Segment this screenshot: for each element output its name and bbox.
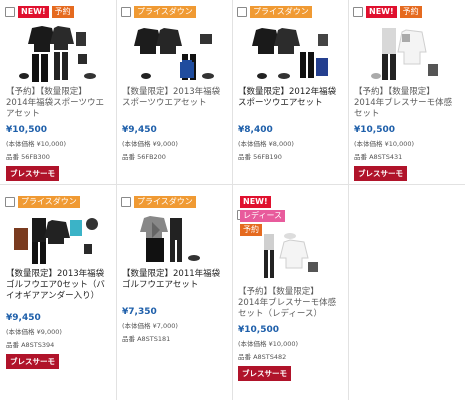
product-price: ¥10,500: [6, 125, 47, 135]
product-image[interactable]: [356, 24, 453, 84]
product-price: ¥10,500: [238, 325, 279, 335]
product-code: 品番 A8STS482: [238, 353, 287, 361]
price-down-badge: プライスダウン: [18, 196, 80, 208]
product-code: 品番 56FB190: [238, 153, 282, 161]
brand-badge: ブレスサーモ: [6, 166, 59, 181]
product-card[interactable]: プライスダウン 【数量限定】2013年福袋ゴルフウエア0セット（バイオギアアンダ…: [0, 190, 113, 369]
ladies-badge: レディース: [240, 210, 286, 222]
new-badge: NEW!: [18, 6, 49, 18]
product-grid: NEW! 予約 【予約】【数量限定】2014年福袋スポーツウエアセット ¥10,…: [0, 0, 465, 400]
product-card[interactable]: プライスダウン 【数量限定】2012年福袋スポーツウエアセット ¥8,400 (…: [232, 0, 345, 161]
list-price: (本体価格 ¥9,000): [6, 328, 62, 336]
product-title[interactable]: 【予約】【数量限定】2014年ブレスサーモ体感セット: [348, 87, 461, 121]
product-title[interactable]: 【予約】【数量限定】2014年ブレスサーモ体感セット（レディース）: [232, 287, 345, 321]
brand-badge: ブレスサーモ: [6, 354, 59, 369]
product-title[interactable]: 【予約】【数量限定】2014年福袋スポーツウエアセット: [0, 87, 113, 121]
product-price: ¥8,400: [238, 125, 273, 135]
price-down-badge: プライスダウン: [134, 196, 196, 208]
product-code: 品番 56FB200: [122, 153, 166, 161]
product-code: 品番 56FB300: [6, 153, 50, 161]
product-code: 品番 A8STS181: [122, 335, 171, 343]
select-checkbox[interactable]: [121, 7, 131, 17]
product-title[interactable]: 【数量限定】2013年福袋ゴルフウエア0セット（バイオギアアンダー入り）: [0, 269, 113, 309]
preorder-badge: 予約: [399, 6, 422, 18]
product-card[interactable]: プライスダウン 【数量限定】2013年福袋スポーツウエアセット ¥9,450 (…: [116, 0, 229, 161]
select-checkbox[interactable]: [353, 7, 363, 17]
product-price: ¥9,450: [122, 125, 157, 135]
product-card[interactable]: NEW! 予約 【予約】【数量限定】2014年福袋スポーツウエアセット ¥10,…: [0, 0, 113, 181]
list-price: (本体価格 ¥10,000): [6, 140, 67, 148]
select-checkbox[interactable]: [5, 197, 15, 207]
list-price: (本体価格 ¥9,000): [122, 140, 178, 148]
product-card[interactable]: NEW! レディース 予約 【予約】【数量限定】2014年ブレスサーモ体感セット…: [232, 190, 345, 381]
list-price: (本体価格 ¥7,000): [122, 322, 178, 330]
new-badge: NEW!: [240, 196, 271, 208]
product-image[interactable]: [8, 214, 105, 266]
select-checkbox[interactable]: [5, 7, 15, 17]
select-checkbox[interactable]: [121, 197, 131, 207]
product-card[interactable]: プライスダウン 【数量限定】2011年福袋ゴルフウエアセット ¥7,350 (本…: [116, 190, 229, 343]
product-title[interactable]: 【数量限定】2013年福袋スポーツウエアセット: [116, 87, 229, 121]
product-image[interactable]: [124, 214, 221, 266]
product-title[interactable]: 【数量限定】2011年福袋ゴルフウエアセット: [116, 269, 229, 303]
brand-badge: ブレスサーモ: [238, 366, 291, 381]
product-image[interactable]: [8, 24, 105, 84]
preorder-badge: 予約: [51, 6, 74, 18]
product-image[interactable]: [240, 232, 337, 284]
product-card[interactable]: NEW! 予約 【予約】【数量限定】2014年ブレスサーモ体感セット ¥10,5…: [348, 0, 461, 181]
list-price: (本体価格 ¥10,000): [354, 140, 415, 148]
select-checkbox[interactable]: [237, 7, 247, 17]
product-price: ¥9,450: [6, 313, 41, 323]
price-down-badge: プライスダウン: [250, 6, 312, 18]
product-title[interactable]: 【数量限定】2012年福袋スポーツウエアセット: [232, 87, 345, 121]
product-image[interactable]: [240, 24, 337, 84]
price-down-badge: プライスダウン: [134, 6, 196, 18]
new-badge: NEW!: [366, 6, 397, 18]
brand-badge: ブレスサーモ: [354, 166, 407, 181]
list-price: (本体価格 ¥10,000): [238, 340, 299, 348]
list-price: (本体価格 ¥8,000): [238, 140, 294, 148]
product-price: ¥7,350: [122, 307, 157, 317]
product-image[interactable]: [124, 24, 221, 84]
product-code: 品番 A8STS394: [6, 341, 55, 349]
product-code: 品番 A8STS431: [354, 153, 403, 161]
product-price: ¥10,500: [354, 125, 395, 135]
